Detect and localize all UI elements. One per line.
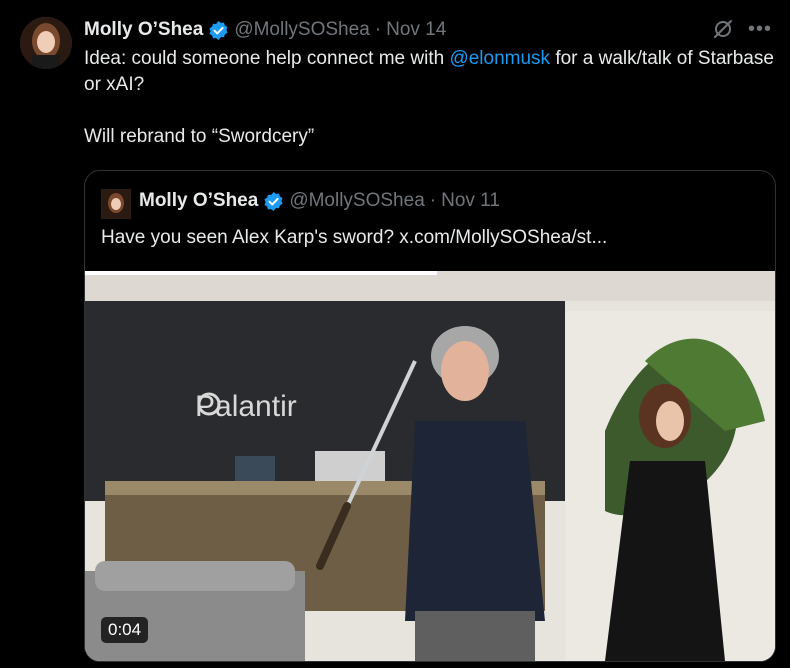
tweet-text: Idea: could someone help connect me with… [84,46,774,150]
quote-text: Have you seen Alex Karp's sword? x.com/M… [101,227,608,248]
author-name[interactable]: Molly O’Shea [84,19,203,41]
more-icon[interactable]: ••• [748,19,772,39]
quote-date[interactable]: Nov 11 [441,190,500,212]
quote-verified-badge-icon [264,191,283,211]
tweet-actions-top: ••• [712,18,772,40]
quote-author-name[interactable]: Molly O’Shea [139,190,258,212]
quote-author-avatar[interactable] [101,189,131,219]
tweet-header: Molly O’Shea @MollySOShea · Nov 14 [84,18,446,42]
tweet-text-first-line: Idea: could someone help connect me with… [84,46,774,98]
grok-icon[interactable] [712,18,734,40]
quote-separator-dot: · [429,190,437,211]
verified-badge-icon [209,20,228,40]
author-handle[interactable]: @MollySOShea [234,19,369,41]
video-frame: Palantir [85,271,775,661]
quote-author-handle[interactable]: @MollySOShea [289,190,424,212]
quoted-tweet[interactable]: Molly O’Shea @MollySOShea · Nov 11 Have … [84,170,776,662]
tweet-text-second-line: Will rebrand to “Swordcery” [84,126,315,147]
separator-dot: · [374,19,382,40]
tweet-text-start: Idea: could someone help connect me with [84,48,450,69]
video-progress-bar[interactable] [85,271,437,275]
video-duration: 0:04 [101,617,149,643]
tweet-date[interactable]: Nov 14 [386,19,446,41]
quote-header: Molly O’Shea @MollySOShea · Nov 11 [139,190,500,212]
author-avatar[interactable] [20,17,72,69]
quote-video[interactable]: Palantir [85,271,775,661]
mention-link[interactable]: @elonmusk [449,48,550,69]
